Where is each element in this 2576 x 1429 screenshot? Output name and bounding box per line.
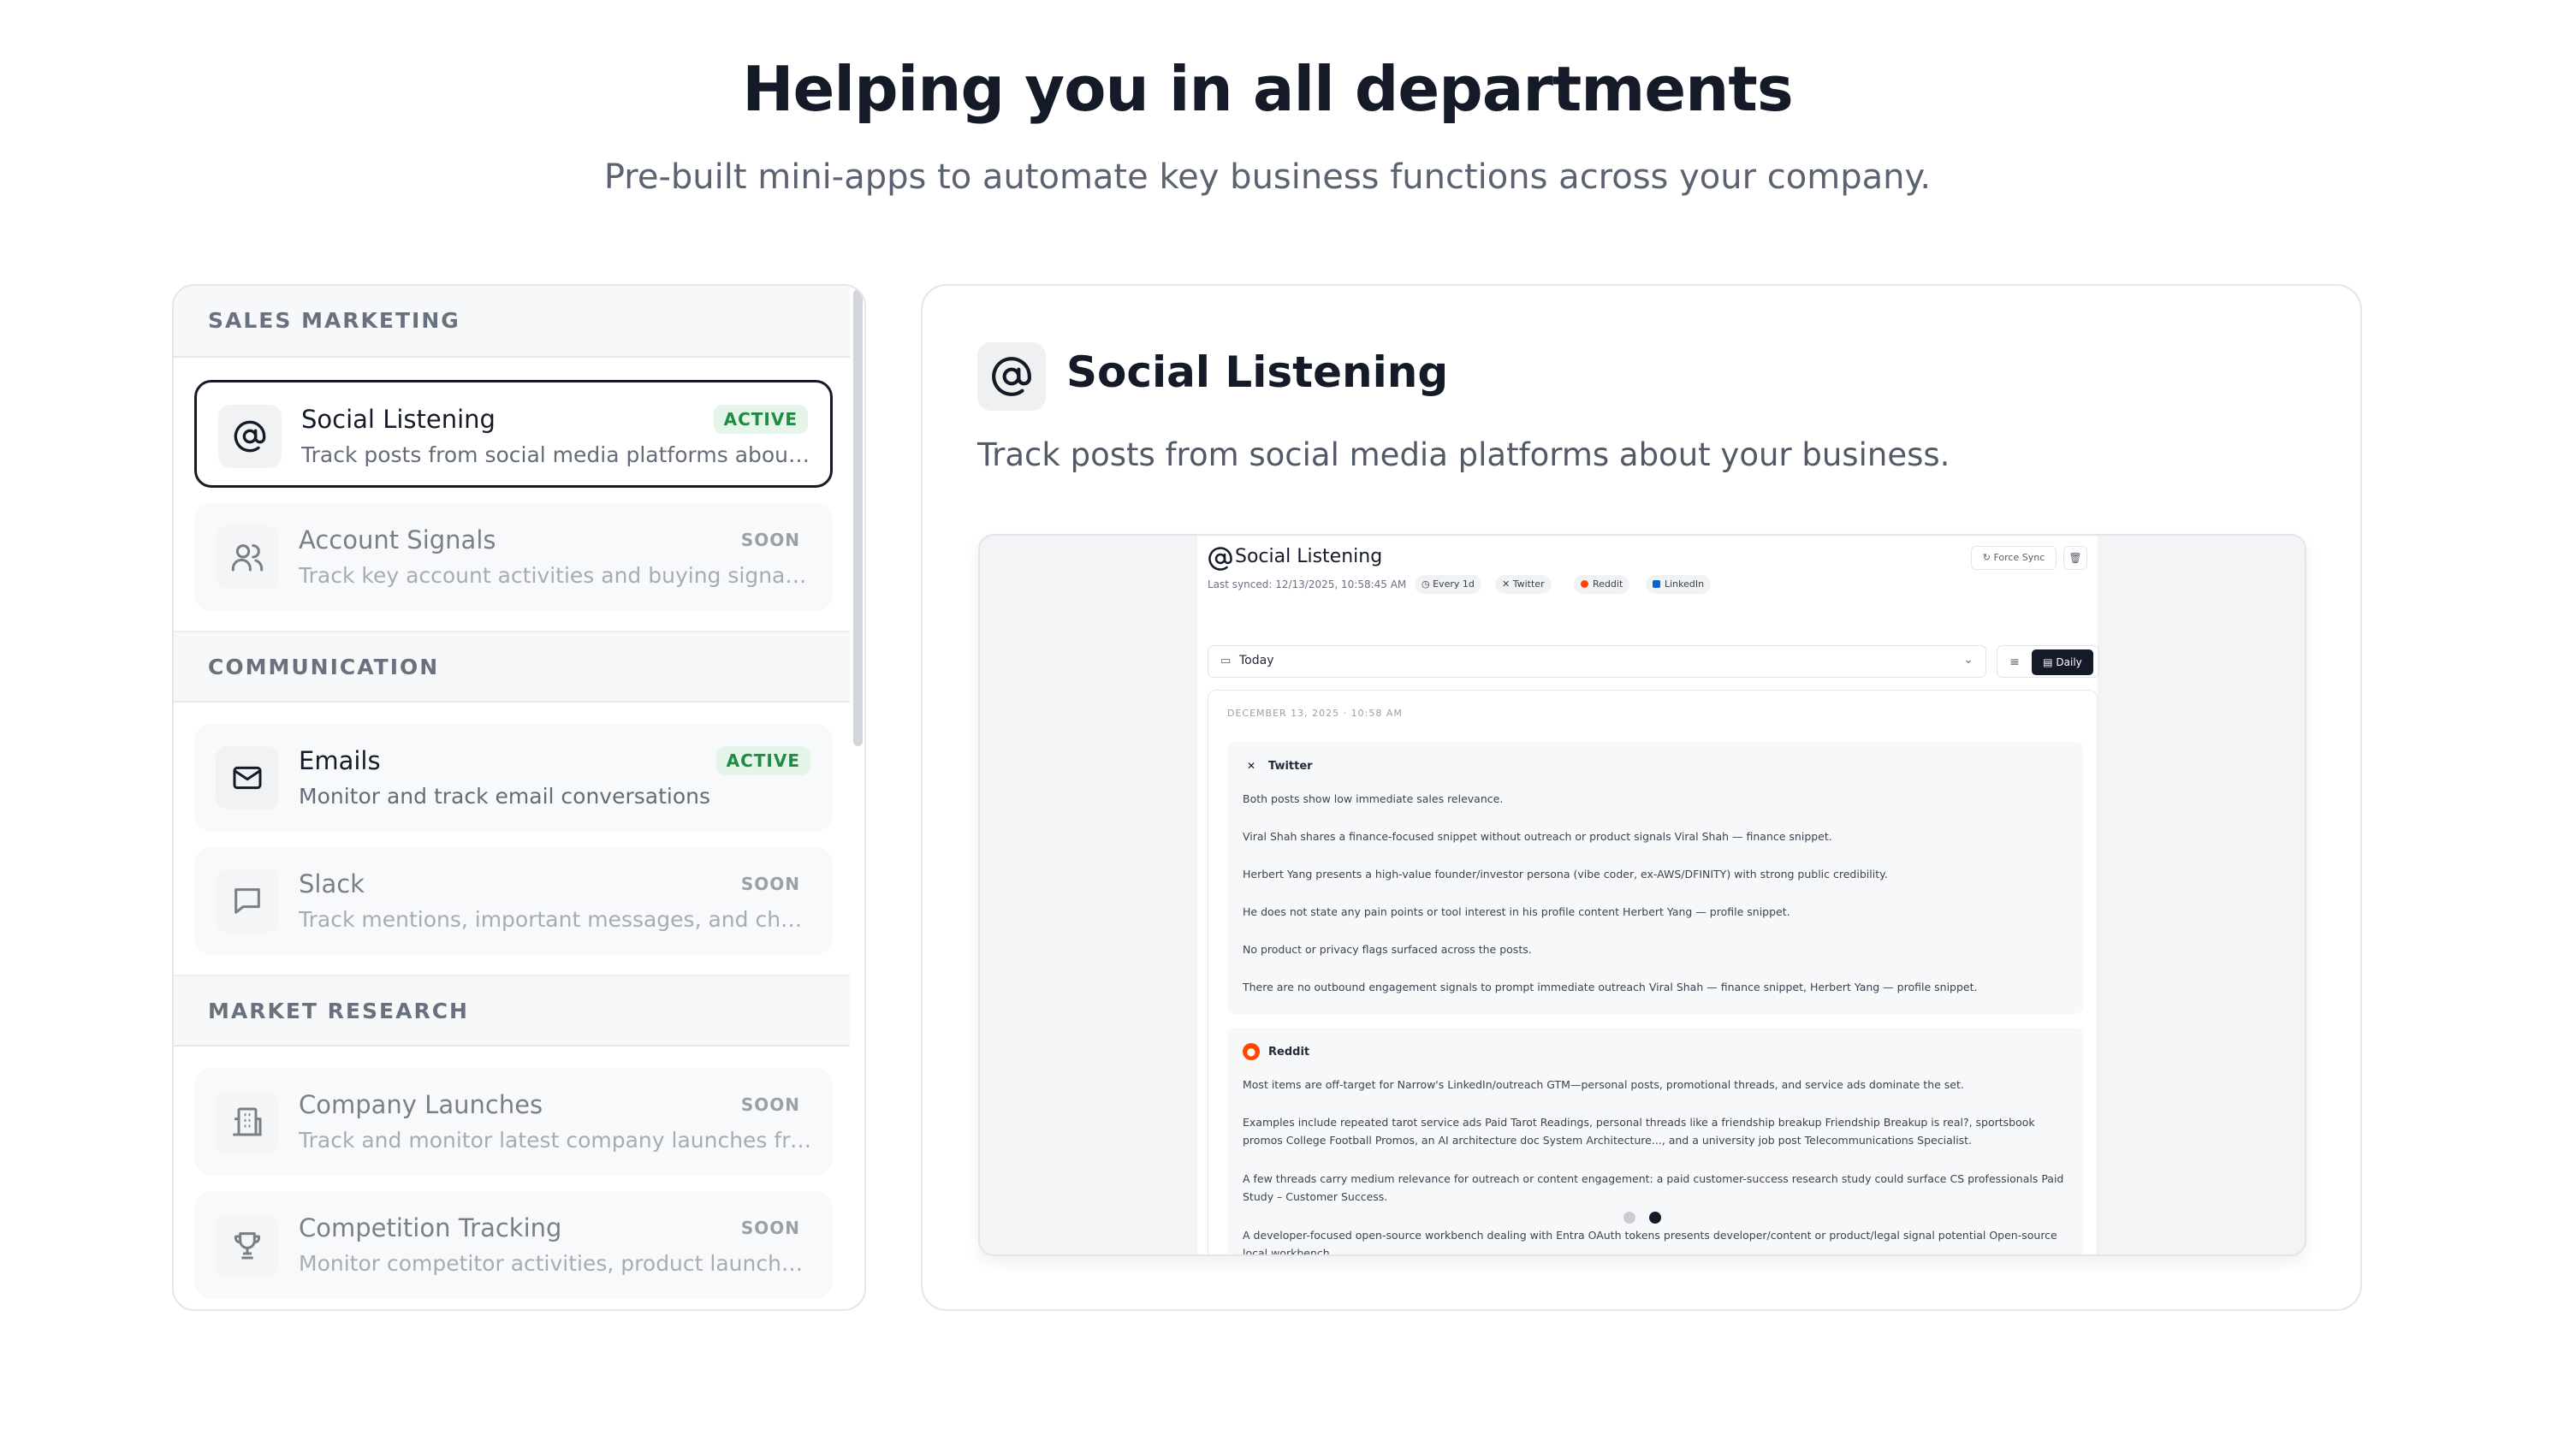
users-icon: [216, 525, 279, 589]
app-item-slack[interactable]: Slack SOON Track mentions, important mes…: [194, 847, 833, 955]
list-scrollbar[interactable]: [853, 289, 863, 746]
section-header-communication: COMMUNICATION: [174, 631, 850, 703]
chevron-down-icon: ⌄: [1963, 653, 1974, 667]
digest-line: He does not state any pain points or too…: [1243, 905, 1790, 918]
section-header-market-research: MARKET RESEARCH: [174, 975, 850, 1047]
chip-linkedin[interactable]: LinkedIn: [1646, 575, 1712, 594]
status-badge: SOON: [740, 1094, 800, 1115]
status-badge: SOON: [740, 874, 800, 894]
app-list-panel: SALES MARKETING Social Listening ACTIVE …: [172, 284, 866, 1311]
trash-icon[interactable]: 🗑: [2063, 546, 2087, 570]
at-sign-icon: [218, 405, 282, 468]
detail-title: Social Listening: [1066, 347, 1449, 397]
digest-line: There are no outbound engagement signals…: [1243, 981, 1978, 993]
calendar-icon: ▭: [1220, 655, 1232, 667]
app-item-name: Company Launches: [299, 1090, 543, 1119]
daily-view-button[interactable]: ▤ Daily: [2032, 649, 2093, 675]
app-item-name: Account Signals: [299, 525, 496, 554]
at-sign-icon: [1208, 547, 1232, 571]
app-item-description: Monitor competitor activities, product l…: [299, 1251, 812, 1276]
chip-frequency[interactable]: ◷ Every 1d: [1415, 575, 1481, 594]
app-item-name: Slack: [299, 869, 365, 898]
app-item-account-signals[interactable]: Account Signals SOON Track key account a…: [194, 503, 833, 611]
app-item-company-launches[interactable]: Company Launches SOON Track and monitor …: [194, 1068, 833, 1176]
digest-line: A developer-focused open-source workbenc…: [1243, 1229, 2057, 1256]
view-toggle: ≡ ▤ Daily: [1997, 645, 2099, 678]
app-item-description: Track posts from social media platforms …: [301, 442, 815, 467]
status-badge: SOON: [740, 1218, 800, 1238]
reddit-icon: ●: [1243, 1043, 1260, 1060]
mail-icon: [216, 746, 279, 809]
detail-description: Track posts from social media platforms …: [977, 436, 1950, 473]
at-sign-icon: [977, 342, 1046, 411]
x-logo-icon: ✕: [1246, 760, 1256, 772]
date-select[interactable]: ▭ Today ⌄: [1208, 645, 1986, 678]
status-badge: ACTIVE: [715, 746, 810, 775]
reddit-icon: [1581, 580, 1588, 588]
digest-line: Most items are off-target for Narrow's L…: [1243, 1078, 1964, 1091]
last-synced-text: Last synced: 12/13/2025, 10:58:45 AM: [1208, 578, 1407, 590]
chip-twitter[interactable]: ✕ Twitter: [1495, 575, 1552, 594]
section-header-sales-marketing: SALES MARKETING: [174, 286, 850, 358]
app-preview-screenshot: Social Listening ↻ Force Sync 🗑 Last syn…: [978, 534, 2306, 1256]
status-badge: ACTIVE: [713, 405, 808, 434]
preview-title: Social Listening: [1235, 546, 1383, 567]
card-source: ✕ Twitter: [1243, 757, 1313, 774]
twitter-digest-card: ✕ Twitter Both posts show low immediate s…: [1227, 742, 2083, 1014]
preview-app-window: Social Listening ↻ Force Sync 🗑 Last syn…: [1197, 536, 2099, 1256]
app-item-description: Track key account activities and buying …: [299, 563, 812, 588]
page-subtitle: Pre-built mini-apps to automate key busi…: [603, 157, 1932, 197]
app-item-description: Monitor and track email conversations: [299, 784, 711, 809]
carousel-dot-active[interactable]: [1649, 1212, 1661, 1224]
document-icon: ▤: [2043, 656, 2057, 668]
app-item-name: Emails: [299, 746, 381, 775]
chip-reddit[interactable]: Reddit: [1574, 575, 1630, 594]
digest-line: Both posts show low immediate sales rele…: [1243, 792, 1504, 805]
status-badge: SOON: [740, 530, 800, 550]
card-source: ● Reddit: [1243, 1043, 1309, 1060]
app-item-competition-tracking[interactable]: Competition Tracking SOON Monitor compet…: [194, 1191, 833, 1299]
clock-icon: ◷: [1422, 578, 1433, 590]
app-item-description: Track mentions, important messages, and …: [299, 907, 812, 932]
force-sync-button[interactable]: ↻ Force Sync: [1971, 546, 2057, 570]
message-square-icon: [216, 869, 279, 933]
digest-line: Herbert Yang presents a high-value found…: [1243, 868, 1888, 881]
digest-line: No product or privacy flags surfaced acr…: [1243, 943, 1532, 956]
feed-timestamp: DECEMBER 13, 2025 · 10:58 AM: [1227, 708, 1403, 719]
app-item-name: Competition Tracking: [299, 1213, 562, 1242]
app-item-name: Social Listening: [301, 405, 496, 434]
app-item-social-listening[interactable]: Social Listening ACTIVE Track posts from…: [194, 380, 833, 488]
app-item-description: Track and monitor latest company launche…: [299, 1128, 812, 1153]
refresh-icon: ↻: [1982, 552, 1994, 563]
app-detail-panel: Social Listening Track posts from social…: [921, 284, 2362, 1311]
app-item-emails[interactable]: Emails ACTIVE Monitor and track email co…: [194, 724, 833, 832]
page-title: Helping you in all departments: [742, 53, 1793, 125]
trophy-icon: [216, 1213, 279, 1277]
list-view-icon[interactable]: ≡: [2003, 651, 2027, 673]
digest-line: A few threads carry medium relevance for…: [1243, 1172, 2064, 1203]
carousel-dot[interactable]: [1623, 1212, 1635, 1224]
digest-line: Viral Shah shares a finance-focused snip…: [1243, 830, 1832, 843]
building-icon: [216, 1090, 279, 1153]
digest-feed: DECEMBER 13, 2025 · 10:58 AM ✕ Twitter Bo…: [1208, 690, 2098, 1256]
digest-line: Examples include repeated tarot service …: [1243, 1116, 2035, 1147]
x-logo-icon: ✕: [1502, 578, 1513, 590]
linkedin-icon: [1653, 580, 1660, 588]
